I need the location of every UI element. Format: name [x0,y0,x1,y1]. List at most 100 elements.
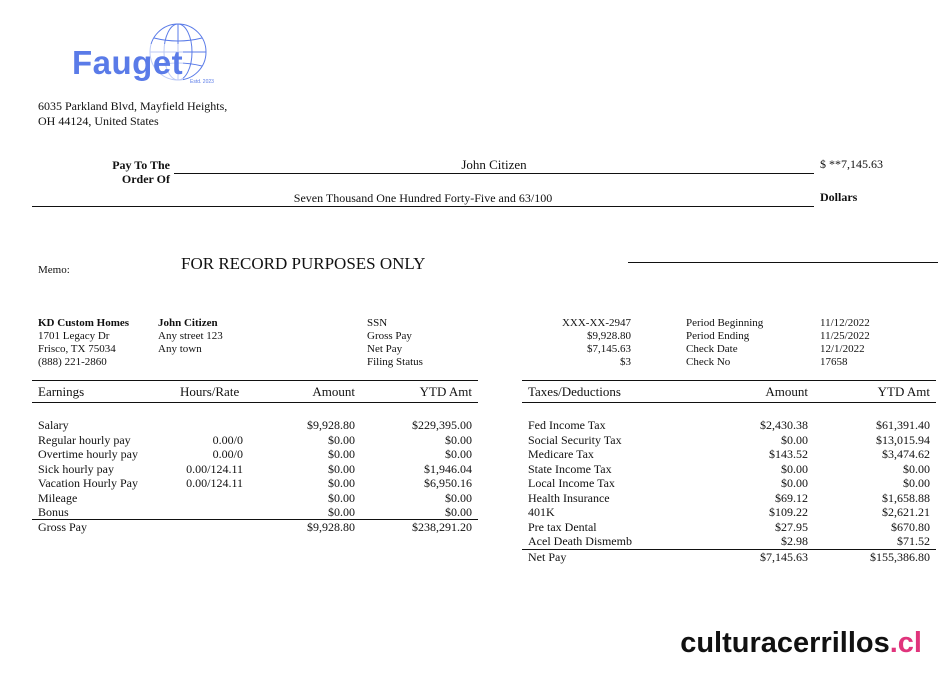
deduction-cell: 401K [528,505,555,519]
earnings-cell: Mileage [38,490,78,505]
deduction-cell: $27.95 [775,519,808,534]
earnings-cell: $0.00 [445,447,472,461]
earnings-row: Vacation Hourly Pay 0.00/124.11 $0.00 $6,95… [32,476,478,491]
earnings-row: Overtime hourly pay 0.00/0 $0.00 $0.00 [32,447,478,462]
deductions-top-rule [522,380,936,381]
deduction-cell: $0.00 [903,476,930,490]
deduction-cell: $670.80 [891,519,930,534]
deduction-cell: $61,391.40 [876,418,930,432]
earnings-cell: $0.00 [328,490,355,505]
deduction-cell: $109.22 [769,505,808,519]
earnings-top-rule [32,380,478,381]
earnings-cell: Vacation Hourly Pay [38,476,138,490]
earnings-cell: $0.00 [328,447,355,461]
deductions-total-row: Net Pay $7,145.63 $155,386.80 [528,550,930,564]
deduction-cell: State Income Tax [528,461,612,476]
earnings-header: Earnings Hours/Rate Amount YTD Amt [38,384,472,399]
company-logo: Fauget Estd. 2023 [70,22,220,86]
company-name: Fauget [72,44,184,82]
employer-info: KD Custom Homes 1701 Legacy Dr Frisco, T… [38,317,130,368]
deduction-cell: $3,474.62 [882,447,930,461]
payee-line [174,173,814,174]
period-values: 11/12/2022 11/25/2022 12/1/2022 17658 [820,317,870,368]
deduction-cell: $2,621.21 [882,505,930,519]
deduction-row: Medicare Tax $143.52 $3,474.62 [522,447,936,462]
deduction-cell: Local Income Tax [528,476,615,490]
earnings-cell: $0.00 [445,432,472,447]
address-line-2: OH 44124, United States [38,114,159,128]
summary-labels: SSN Gross Pay Net Pay Filing Status [367,317,423,368]
deduction-row: Acel Death Dismemb $2.98 $71.52 [522,534,936,549]
earnings-cell: 0.00/0 [212,447,243,461]
earnings-cell: Salary [38,418,69,432]
deduction-cell: $1,658.88 [882,490,930,505]
company-address: 6035 Parkland Blvd, Mayfield Heights, OH… [38,99,227,129]
deduction-cell: $69.12 [775,490,808,505]
deduction-cell: $2,430.38 [760,418,808,432]
earnings-cell: Bonus [38,505,69,519]
memo-text: FOR RECORD PURPOSES ONLY [181,254,426,273]
deduction-row: Social Security Tax $0.00 $13,015.94 [522,433,936,448]
earnings-cell: Regular hourly pay [38,432,131,447]
deduction-cell: Fed Income Tax [528,418,606,432]
earnings-cell: Overtime hourly pay [38,447,138,461]
earnings-cell: $0.00 [328,432,355,447]
earnings-cell: Sick hourly pay [38,461,114,476]
employee-info: John Citizen Any street 123 Any town [158,317,223,355]
deduction-cell: $0.00 [781,432,808,447]
deduction-cell: Acel Death Dismemb [528,534,632,548]
watermark-main: culturacerrillos [680,627,890,659]
amount-in-words: Seven Thousand One Hundred Forty-Five an… [293,191,553,205]
deduction-cell: Social Security Tax [528,432,622,447]
watermark: culturacerrillos.cl [680,627,922,660]
deduction-cell: $143.52 [769,447,808,461]
deduction-cell: $2.98 [781,534,808,548]
watermark-ext: .cl [889,627,922,659]
memo-label: Memo: [38,264,70,276]
summary-values: XXX-XX-2947 $9,928.80 $7,145.63 $3 [561,317,631,368]
earnings-cell: $0.00 [445,505,472,519]
deduction-row: Local Income Tax $0.00 $0.00 [522,476,936,491]
earnings-cell: $6,950.16 [424,476,472,490]
earnings-cell: $9,928.80 [307,418,355,432]
earnings-row: Bonus $0.00 $0.00 [32,505,478,520]
earnings-cell: 0.00/124.11 [186,461,243,476]
company-est: Estd. 2023 [190,79,214,85]
deduction-row: Health Insurance $69.12 $1,658.88 [522,491,936,506]
deduction-cell: $0.00 [781,476,808,490]
address-line-1: 6035 Parkland Blvd, Mayfield Heights, [38,99,228,113]
deduction-cell: $13,015.94 [876,432,930,447]
dollars-label: Dollars [820,190,858,204]
deduction-cell: Health Insurance [528,490,610,505]
earnings-cell: $229,395.00 [412,418,472,432]
earnings-cell: 0.00/124.11 [186,476,243,490]
earnings-total-row: Gross Pay $9,928.80 $238,291.20 [38,520,472,534]
deduction-row: Pre tax Dental $27.95 $670.80 [522,520,936,535]
amount-words-line [32,206,814,207]
earnings-cell: $0.00 [445,490,472,505]
earnings-cell: $0.00 [328,461,355,476]
earnings-row: Regular hourly pay 0.00/0 $0.00 $0.00 [32,433,478,448]
earnings-header-rule [32,402,478,403]
earnings-row: Salary $9,928.80 $229,395.00 [32,418,478,433]
earnings-row: Sick hourly pay 0.00/124.11 $0.00 $1,946.04 [32,462,478,477]
deduction-cell: $0.00 [781,461,808,476]
earnings-cell: $0.00 [328,476,355,490]
deduction-row: 401K $109.22 $2,621.21 [522,505,936,520]
check-amount: $ **7,145.63 [820,157,883,171]
earnings-table: Earnings Hours/Rate Amount YTD Amt Salar… [32,380,478,540]
deduction-cell: Medicare Tax [528,447,594,461]
earnings-cell: $1,946.04 [424,461,472,476]
deductions-header-rule [522,402,936,403]
payee-name: John Citizen [461,157,527,172]
deduction-row: State Income Tax $0.00 $0.00 [522,462,936,477]
deductions-table: Taxes/Deductions Amount YTD Amt Fed Inco… [522,380,936,570]
deductions-header: Taxes/Deductions Amount YTD Amt [528,384,930,399]
earnings-cell: 0.00/0 [212,432,243,447]
earnings-cell: $0.00 [328,505,355,519]
deduction-cell: $71.52 [897,534,930,548]
deduction-cell: $0.00 [903,461,930,476]
period-labels: Period Beginning Period Ending Check Dat… [686,317,764,368]
earnings-row: Mileage $0.00 $0.00 [32,491,478,506]
deduction-cell: Pre tax Dental [528,519,597,534]
